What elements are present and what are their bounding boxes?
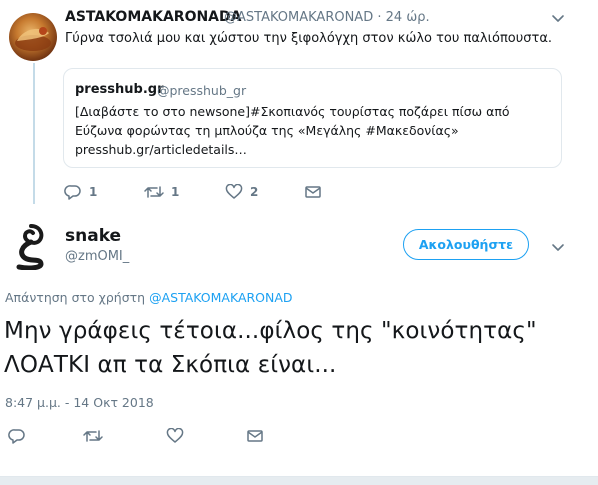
card-text-line: Εύζωνα φορώντας τη μπλούζα της «Μεγάλης … [75,123,459,138]
like-button[interactable]: 2 [225,184,258,200]
separator: · [377,10,382,25]
author-name[interactable]: ASTAKOMAKARONADA [65,9,241,25]
heart-icon [225,184,243,200]
reply-icon [8,428,26,444]
chevron-down-icon[interactable] [551,10,565,24]
reply-context: Απάντηση στο χρήστη @ASTAKOMAKARONAD [5,290,293,305]
envelope-icon [304,184,322,200]
retweet-count: 1 [171,185,180,199]
thread-line [33,63,35,204]
reply-button[interactable]: 1 [64,184,97,200]
reply-prefix: Απάντηση στο χρήστη [5,290,146,305]
retweet-button[interactable]: 1 [144,184,179,200]
reply-count: 1 [89,185,98,199]
avatar[interactable] [11,222,51,271]
author-handle[interactable]: @ASTAKOMAKARONAD [224,10,373,25]
retweet-button[interactable] [83,428,103,444]
tweet-timestamp[interactable]: 8:47 μ.μ. - 14 Οκτ 2018 [5,395,154,410]
tweet-time[interactable]: 24 ώρ. [386,10,430,25]
direct-message-button[interactable] [304,184,322,200]
card-author-name[interactable]: presshub.gr [75,82,163,97]
avatar[interactable] [9,13,57,61]
reply-mention-link[interactable]: @ASTAKOMAKARONAD [149,290,292,305]
envelope-icon [246,428,264,444]
section-divider [0,476,598,485]
retweet-icon [83,428,103,444]
follow-button[interactable]: Ακολουθήστε [403,229,529,260]
link-card[interactable]: presshub.gr @presshub_gr [Διαβάστε το στ… [63,68,562,168]
tweet-text: Γύρνα τσολιά μου και χώστου την ξιφολόγχ… [65,31,553,46]
tweet-text-line: Μην γράφεις τέτοια...φίλος της "κοινότητ… [4,318,537,344]
author-name[interactable]: snake [65,226,121,246]
card-link[interactable]: presshub.gr/articledetails… [75,142,247,157]
author-handle[interactable]: @zmOMI_ [65,249,129,264]
heart-icon [166,428,184,444]
tweet-text-line: ΛΟΑΤΚΙ απ τα Σκόπια είναι... [4,352,337,378]
direct-message-button[interactable] [246,428,264,444]
card-author-handle[interactable]: @presshub_gr [157,83,246,98]
card-text-line: [Διαβάστε το στο newsone]#Σκοπιανός τουρ… [75,104,510,119]
like-button[interactable] [166,428,184,444]
reply-icon [64,184,82,200]
author-handle-and-time[interactable]: @ASTAKOMAKARONAD · 24 ώρ. [224,10,430,25]
like-count: 2 [250,185,259,199]
chevron-down-icon[interactable] [551,239,565,253]
retweet-icon [144,184,164,200]
reply-button[interactable] [8,428,26,444]
